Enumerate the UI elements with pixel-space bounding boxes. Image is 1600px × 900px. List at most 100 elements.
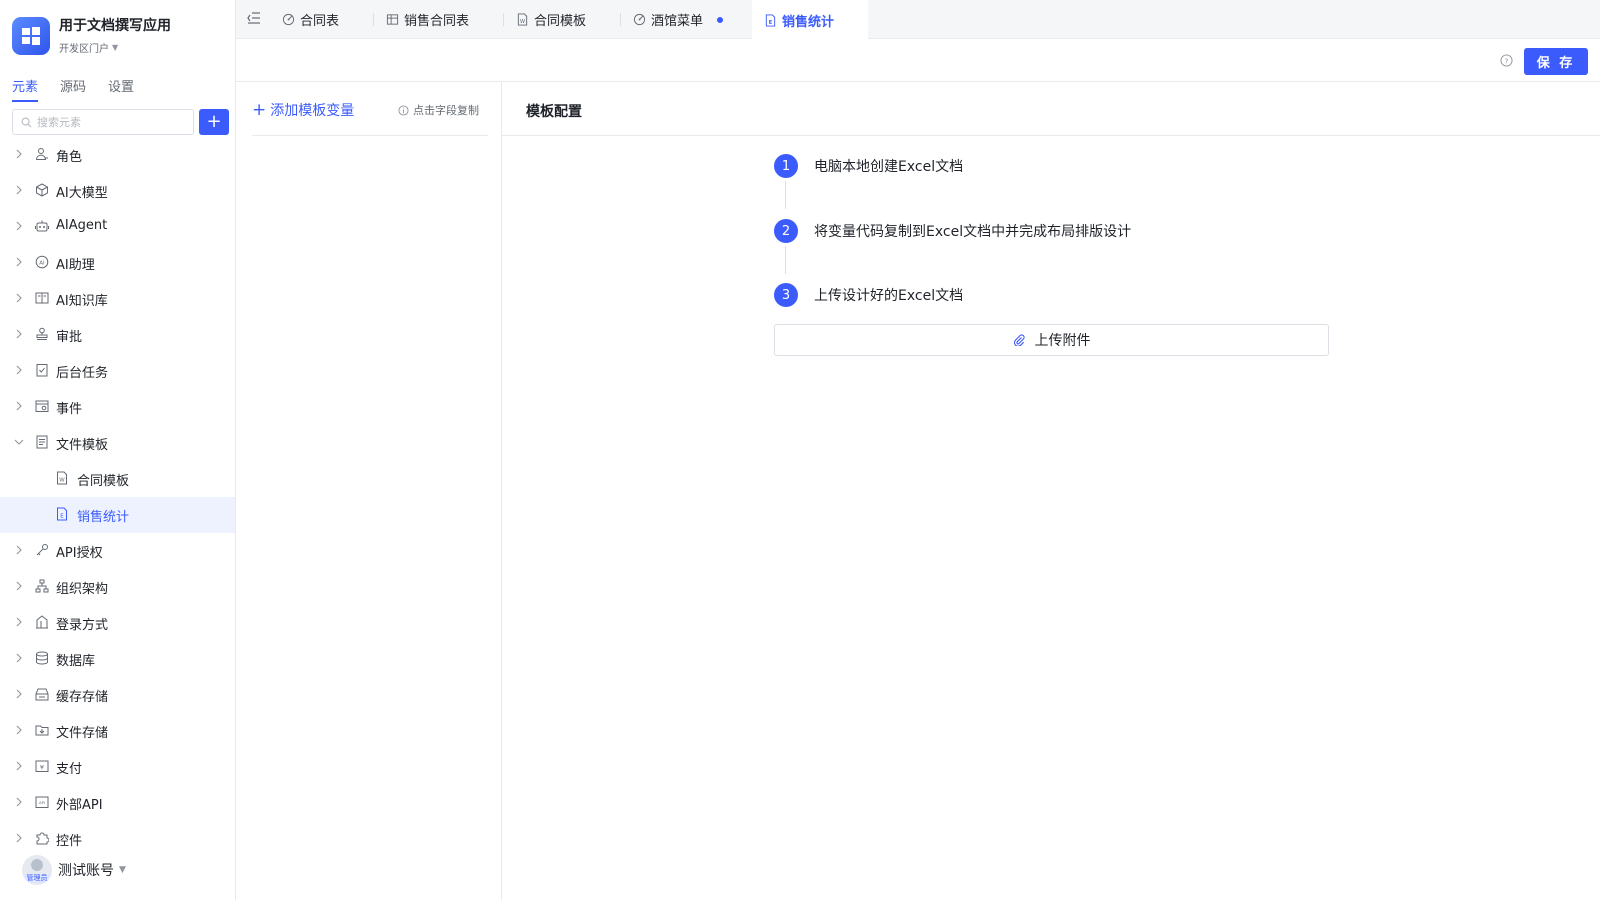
sidebar-item-ai-assistant[interactable]: AI AI助理 — [0, 245, 235, 281]
tab-label: 合同表 — [300, 14, 340, 29]
tab-settings[interactable]: 设置 — [108, 76, 134, 102]
variables-panel: + 添加模板变量 点击字段复制 — [236, 82, 502, 900]
sidebar-item-background-task[interactable]: 后台任务 — [0, 353, 235, 389]
sidebar-item-database[interactable]: 数据库 — [0, 641, 235, 677]
chevron-down-icon[interactable] — [13, 436, 25, 448]
step-number: 1 — [774, 154, 798, 178]
portal-selector[interactable]: 开发区门户 ▼ — [59, 40, 171, 55]
sidebar-item-widget[interactable]: 控件 — [0, 821, 235, 857]
sidebar-item-payment[interactable]: ¥ 支付 — [0, 749, 235, 785]
chevron-right-icon[interactable] — [13, 724, 25, 736]
excel-file-icon: E — [57, 507, 67, 521]
chevron-right-icon[interactable] — [13, 184, 25, 196]
sidebar-item-label: AI助理 — [56, 258, 95, 273]
sidebar-item-event[interactable]: 事件 — [0, 389, 235, 425]
copy-hint-text: 点击字段复制 — [413, 104, 479, 117]
sidebar-item-external-api[interactable]: API 外部API — [0, 785, 235, 821]
sidebar-item-label: API授权 — [56, 546, 103, 561]
sidebar-item-label: AI大模型 — [56, 186, 108, 201]
upload-attachment-button[interactable]: 上传附件 — [774, 324, 1329, 356]
chevron-right-icon[interactable] — [13, 796, 25, 808]
table-view-icon — [282, 13, 295, 26]
tab-sales-stats[interactable]: E 销售统计 — [752, 0, 868, 40]
chevron-right-icon[interactable] — [13, 364, 25, 376]
search-icon — [21, 117, 32, 127]
sidebar: 用于文档撰写应用 开发区门户 ▼ 元素 源码 设置 + 角色 AI大模型 — [0, 0, 236, 900]
element-tree: 角色 AI大模型 AIAgent AI AI助理 AI知识库 审批 后台任务 事… — [0, 137, 235, 857]
chevron-right-icon[interactable] — [13, 580, 25, 592]
chevron-right-icon[interactable] — [13, 256, 25, 268]
help-icon[interactable]: ? — [1500, 54, 1513, 67]
svg-text:?: ? — [1505, 56, 1509, 65]
sidebar-item-ai-model[interactable]: AI大模型 — [0, 173, 235, 209]
user-menu[interactable]: 管理员 测试账号 ▼ — [22, 855, 126, 885]
sidebar-item-contract-template[interactable]: W 合同模板 — [0, 461, 235, 497]
api-icon: API — [35, 796, 49, 808]
stamp-icon — [36, 327, 48, 340]
login-icon — [36, 615, 48, 629]
sidebar-item-label: 审批 — [56, 330, 83, 345]
tab-contract-table[interactable]: 合同表 — [282, 0, 339, 39]
chevron-right-icon[interactable] — [13, 544, 25, 556]
sidebar-item-login[interactable]: 登录方式 — [0, 605, 235, 641]
tab-source[interactable]: 源码 — [60, 76, 86, 102]
chevron-right-icon[interactable] — [13, 652, 25, 664]
sidebar-item-label: 销售统计 — [77, 510, 130, 525]
sidebar-item-org[interactable]: 组织架构 — [0, 569, 235, 605]
tab-elements[interactable]: 元素 — [12, 76, 39, 102]
chevron-right-icon[interactable] — [13, 400, 25, 412]
sidebar-item-label: 事件 — [56, 402, 83, 417]
sidebar-item-file-template[interactable]: 文件模板 — [0, 425, 235, 461]
chevron-right-icon[interactable] — [13, 760, 25, 772]
tab-sales-contract-table[interactable]: 销售合同表 — [386, 0, 469, 39]
search-input[interactable] — [37, 115, 187, 129]
tab-contract-template[interactable]: W 合同模板 — [516, 0, 586, 39]
sidebar-item-label: AI知识库 — [56, 294, 108, 309]
chevron-right-icon[interactable] — [13, 292, 25, 304]
svg-text:W: W — [59, 478, 65, 484]
step-number: 3 — [774, 283, 798, 307]
chevron-right-icon[interactable] — [13, 220, 25, 232]
add-element-button[interactable]: + — [199, 109, 229, 135]
chevron-right-icon[interactable] — [13, 148, 25, 160]
sidebar-item-label: 缓存存储 — [56, 690, 109, 705]
sidebar-item-ai-knowledge[interactable]: AI知识库 — [0, 281, 235, 317]
key-icon — [36, 544, 48, 556]
role-tag: 管理员 — [22, 874, 52, 883]
word-file-icon: W — [57, 471, 67, 485]
sidebar-item-label: 登录方式 — [56, 618, 109, 633]
paperclip-icon — [1013, 334, 1025, 346]
chevron-right-icon[interactable] — [13, 328, 25, 340]
sidebar-item-cache[interactable]: 缓存存储 — [0, 677, 235, 713]
chevron-right-icon[interactable] — [13, 616, 25, 628]
add-variable-button[interactable]: + 添加模板变量 — [252, 100, 354, 120]
collapse-sidebar-icon[interactable] — [246, 10, 262, 26]
sidebar-item-file-storage[interactable]: 文件存储 — [0, 713, 235, 749]
chevron-right-icon[interactable] — [13, 832, 25, 844]
sidebar-item-approval[interactable]: 审批 — [0, 317, 235, 353]
tab-label: 销售合同表 — [404, 14, 470, 29]
portal-label: 开发区门户 — [59, 44, 109, 55]
avatar: 管理员 — [22, 855, 52, 885]
tab-bar: 合同表 销售合同表 W 合同模板 酒馆菜单 E 销售统计 — [236, 0, 1600, 40]
save-button[interactable]: 保 存 — [1524, 48, 1588, 75]
role-icon — [35, 148, 48, 160]
sidebar-item-ai-agent[interactable]: AIAgent — [0, 209, 235, 245]
step-2: 2 将变量代码复制到Excel文档中并完成布局排版设计 — [774, 219, 1131, 243]
sidebar-item-api-auth[interactable]: API授权 — [0, 533, 235, 569]
step-number: 2 — [774, 219, 798, 243]
puzzle-icon — [36, 832, 49, 845]
svg-text:API: API — [39, 800, 45, 805]
svg-text:AI: AI — [39, 260, 45, 266]
sidebar-item-label: AIAgent — [56, 218, 108, 233]
sidebar-item-label: 数据库 — [56, 654, 96, 669]
word-file-icon: W — [517, 13, 528, 26]
sidebar-item-label: 组织架构 — [56, 582, 109, 597]
svg-text:W: W — [520, 19, 525, 25]
sidebar-item-role[interactable]: 角色 — [0, 137, 235, 173]
app-header: 用于文档撰写应用 开发区门户 ▼ — [12, 17, 171, 55]
tab-tavern-menu[interactable]: 酒馆菜单 — [633, 0, 724, 39]
sidebar-item-sales-stats[interactable]: E 销售统计 — [0, 497, 235, 533]
chevron-right-icon[interactable] — [13, 688, 25, 700]
org-chart-icon — [35, 579, 49, 593]
